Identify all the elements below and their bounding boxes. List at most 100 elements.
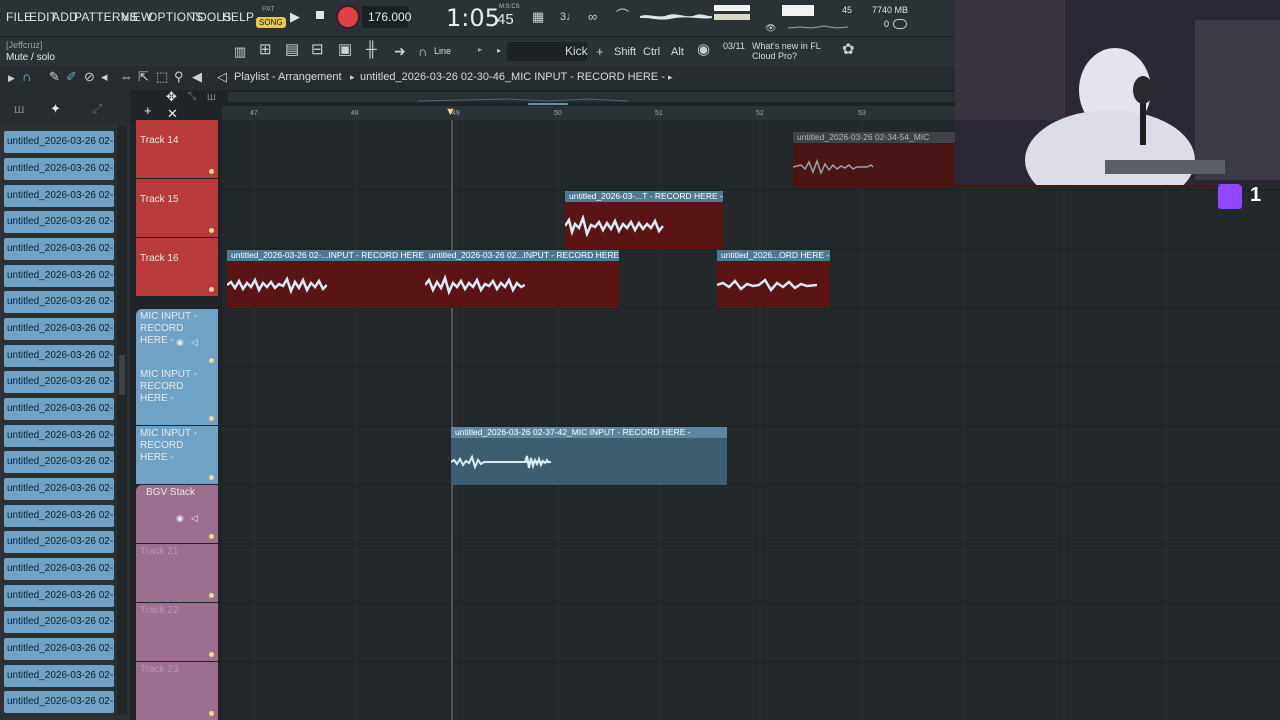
- picker-item[interactable]: untitled_2026-03-26 02-...: [4, 185, 114, 207]
- picker-item[interactable]: untitled_2026-03-26 02-...: [4, 505, 114, 527]
- track-group-header[interactable]: MIC INPUT - RECORD HERE - ◉ ◁: [136, 309, 218, 367]
- audio-clip[interactable]: untitled_2026...ORD HERE -: [717, 250, 830, 308]
- speaker-icon[interactable]: ◁: [217, 70, 227, 84]
- timeline-ruler[interactable]: 47 48 49 50 51 52 53 ▼: [222, 106, 960, 120]
- zoom-icon[interactable]: ⚲: [174, 70, 184, 84]
- track-header[interactable]: Track 16: [136, 238, 218, 296]
- move-icon[interactable]: ✥: [166, 90, 177, 104]
- eye-icon[interactable]: 👁: [765, 23, 776, 34]
- countdown-icon[interactable]: 3♩: [560, 10, 577, 24]
- fl-cloud-icon[interactable]: ✿: [842, 42, 855, 57]
- picker-item[interactable]: untitled_2026-03-26 02-...: [4, 291, 114, 313]
- snap-arrow-icon[interactable]: ▸: [478, 45, 482, 54]
- metronome-icon[interactable]: ⌒: [616, 9, 629, 23]
- news-icon[interactable]: ◉: [697, 42, 710, 57]
- playlist-icon[interactable]: ⊞: [259, 42, 272, 57]
- track-led-icon[interactable]: [209, 358, 214, 363]
- track-led-icon[interactable]: [209, 652, 214, 657]
- snap-selector[interactable]: Line: [434, 46, 451, 56]
- picker-item[interactable]: untitled_2026-03-26 02-...: [4, 425, 114, 447]
- arrow-right-icon[interactable]: ➜: [394, 44, 406, 58]
- remove-icon[interactable]: ✕: [167, 107, 178, 121]
- track-header[interactable]: Track 14: [136, 120, 218, 178]
- picker-item[interactable]: untitled_2026-03-26 02-...: [4, 585, 114, 607]
- loop-record-icon[interactable]: ∞: [588, 10, 597, 24]
- mixer-small-icon[interactable]: ▥: [234, 45, 246, 59]
- picker-item[interactable]: untitled_2026-03-26 02-...: [4, 131, 114, 153]
- mixer-faders-icon[interactable]: ╫: [366, 42, 377, 57]
- paint-icon[interactable]: ✐: [66, 70, 77, 84]
- track-header[interactable]: Track 15: [136, 179, 218, 237]
- track-led-icon[interactable]: [209, 287, 214, 292]
- track-led-icon[interactable]: [209, 475, 214, 480]
- record-button[interactable]: [338, 7, 358, 27]
- shift-key[interactable]: Shift: [614, 46, 636, 58]
- picker-scrollbar[interactable]: [117, 125, 127, 715]
- channel-rack-icon[interactable]: ⊟: [311, 42, 324, 57]
- options-arrow-icon[interactable]: ▶: [8, 71, 15, 85]
- menu-help[interactable]: HELP: [222, 10, 254, 24]
- track-led-icon[interactable]: [209, 711, 214, 716]
- audio-clip[interactable]: untitled_2026-03-26 02...INPUT - RECORD …: [425, 250, 619, 308]
- stop-icon[interactable]: [316, 11, 324, 19]
- picker-item[interactable]: untitled_2026-03-26 02-...: [4, 158, 114, 180]
- overview-strip[interactable]: [228, 92, 958, 105]
- slip-icon[interactable]: ⇔: [120, 70, 133, 84]
- track-speaker-icon[interactable]: ◁: [191, 337, 198, 348]
- picker-patterns-icon[interactable]: ш: [14, 102, 24, 116]
- mixer-icon[interactable]: ▣: [338, 42, 352, 57]
- track-header[interactable]: MIC INPUT - RECORD HERE -: [136, 367, 218, 425]
- add-track-icon[interactable]: +: [144, 104, 152, 118]
- snap-magnet-icon[interactable]: ∩: [22, 70, 31, 84]
- track-header[interactable]: MIC INPUT - RECORD HERE -: [136, 426, 218, 484]
- track-speaker-icon[interactable]: ◁: [191, 513, 198, 524]
- audio-clip[interactable]: untitled_2026-03-26 02-37-42_MIC INPUT -…: [451, 427, 727, 485]
- news-text[interactable]: What's new in FL Cloud Pro?: [752, 41, 824, 61]
- slice-icon[interactable]: ⇱: [138, 70, 149, 84]
- track-header[interactable]: Track 22: [136, 603, 218, 661]
- picker-item[interactable]: untitled_2026-03-26 02-...: [4, 611, 114, 633]
- picker-item[interactable]: untitled_2026-03-26 02-...: [4, 691, 114, 713]
- playlist-grid[interactable]: untitled_2026-03-26 02-34-54_MIC untitle…: [222, 120, 1280, 720]
- picker-item[interactable]: untitled_2026-03-26 02-...: [4, 451, 114, 473]
- song-mode[interactable]: SONG: [256, 17, 286, 28]
- playlist-pattern[interactable]: untitled_2026-03-26 02-30-46_MIC INPUT -…: [360, 71, 665, 83]
- playhead-marker-icon[interactable]: ▼: [445, 106, 456, 118]
- tempo-value[interactable]: 176.000: [368, 10, 411, 24]
- picker-item[interactable]: untitled_2026-03-26 02-...: [4, 211, 114, 233]
- typing-keyboard-icon[interactable]: ▦: [532, 10, 544, 24]
- track-mute-icon[interactable]: ◉: [176, 337, 184, 348]
- picker-audio-icon[interactable]: ✦: [50, 102, 61, 116]
- alt-key[interactable]: Alt: [671, 46, 684, 58]
- audio-clip[interactable]: untitled_2026-03-26 02-...INPUT - RECORD…: [227, 250, 425, 308]
- pat-mode[interactable]: PAT: [262, 6, 275, 13]
- audio-clip[interactable]: untitled_2026-03-...T - RECORD HERE -: [565, 191, 723, 249]
- add-icon[interactable]: +: [596, 45, 604, 59]
- select-icon[interactable]: ⬚: [156, 70, 168, 84]
- delete-icon[interactable]: ⊘: [84, 70, 95, 84]
- piano-roll-icon[interactable]: ▤: [285, 42, 299, 57]
- track-header[interactable]: Track 21: [136, 544, 218, 602]
- picker-item[interactable]: untitled_2026-03-26 02-...: [4, 531, 114, 553]
- picker-item[interactable]: untitled_2026-03-26 02-...: [4, 638, 114, 660]
- playback-icon[interactable]: ◀: [192, 70, 202, 84]
- ctrl-key[interactable]: Ctrl: [643, 46, 660, 58]
- picker-automation-icon[interactable]: ⤢: [92, 102, 102, 116]
- track-mute-icon[interactable]: ◉: [176, 513, 184, 524]
- picker-item[interactable]: untitled_2026-03-26 02-...: [4, 558, 114, 580]
- picker-item[interactable]: untitled_2026-03-26 02-...: [4, 238, 114, 260]
- draw-icon[interactable]: ✎: [49, 70, 60, 84]
- track-led-icon[interactable]: [209, 593, 214, 598]
- picker-item[interactable]: untitled_2026-03-26 02-...: [4, 478, 114, 500]
- magnet-icon[interactable]: ∩: [418, 45, 427, 59]
- voices-toggle-icon[interactable]: [893, 19, 907, 29]
- pattern-arrow-icon[interactable]: ▸: [668, 70, 673, 84]
- track-led-icon[interactable]: [209, 228, 214, 233]
- grid-settings-icon[interactable]: ш: [207, 90, 216, 104]
- time-display[interactable]: 1:05: [446, 4, 500, 32]
- picker-item[interactable]: untitled_2026-03-26 02-...: [4, 345, 114, 367]
- track-header[interactable]: Track 23: [136, 662, 218, 720]
- picker-item[interactable]: untitled_2026-03-26 02-...: [4, 665, 114, 687]
- link-icon[interactable]: ⤡: [188, 90, 196, 104]
- picker-item[interactable]: untitled_2026-03-26 02-...: [4, 265, 114, 287]
